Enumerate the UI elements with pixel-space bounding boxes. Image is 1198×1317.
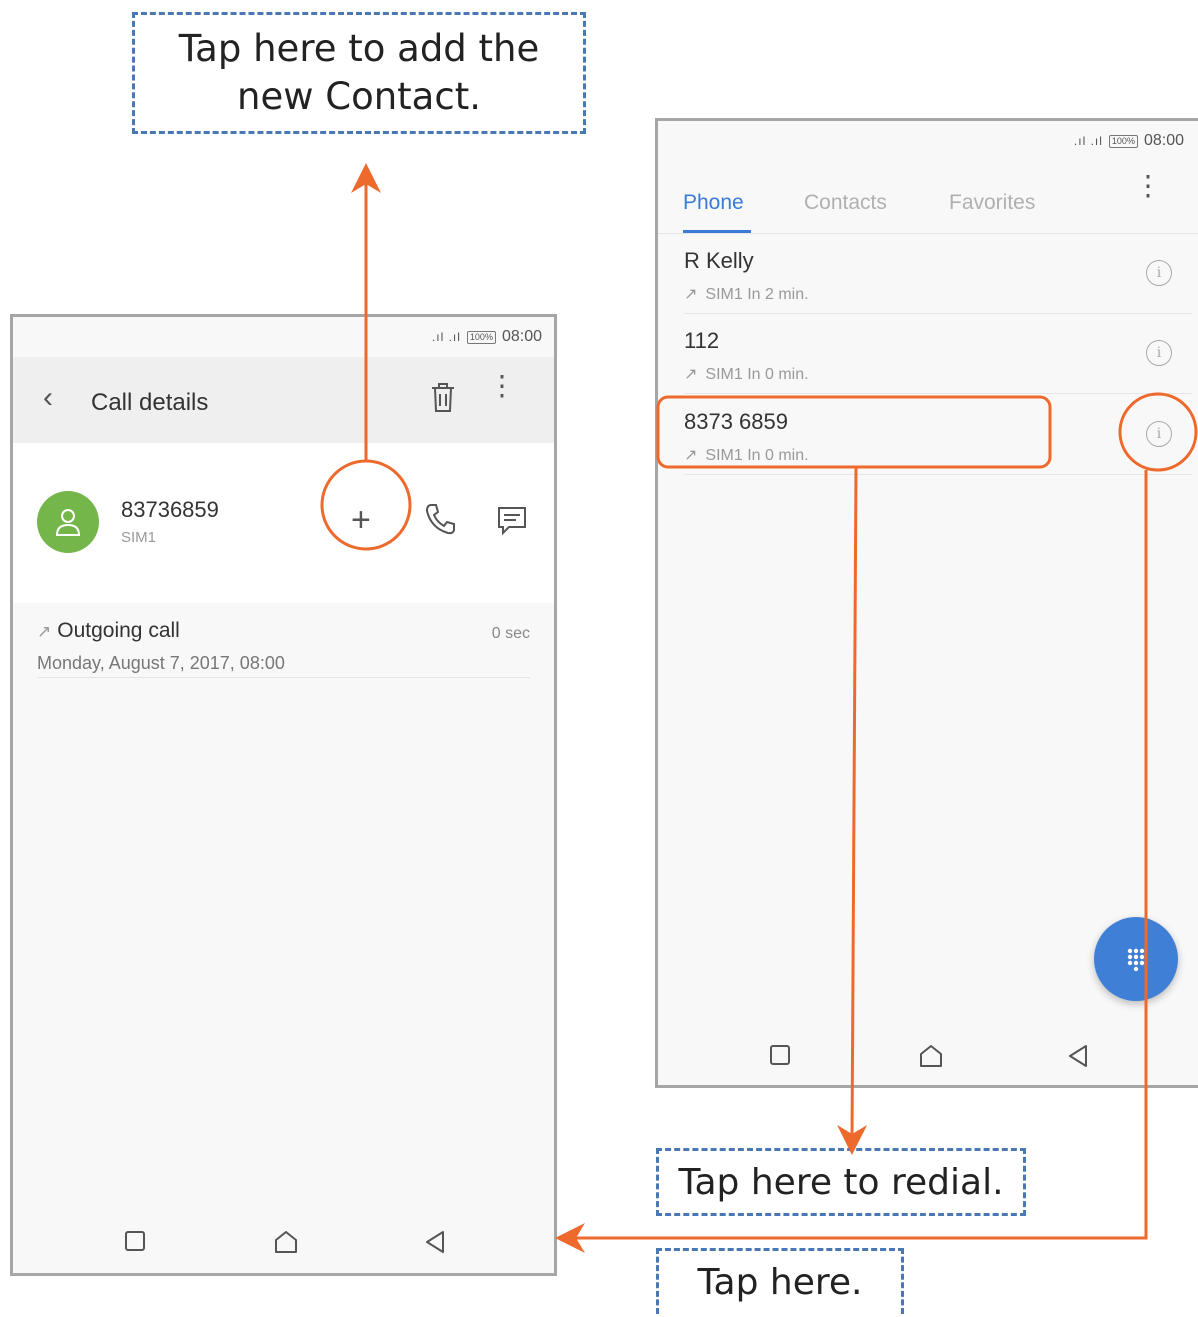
highlight-info-icon — [1118, 392, 1198, 472]
arrow-to-redial-callout — [837, 467, 868, 1155]
arrow-to-call-details — [555, 470, 1148, 1253]
annotation-overlay — [320, 163, 1198, 1253]
highlight-add-button — [320, 459, 412, 551]
highlight-redial-entry — [656, 395, 1052, 469]
